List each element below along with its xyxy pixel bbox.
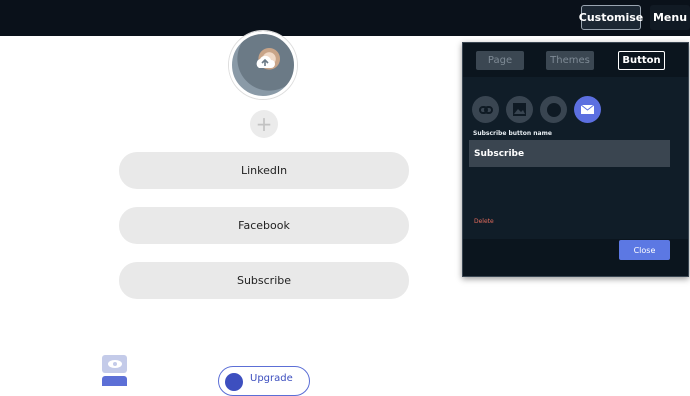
avatar[interactable]	[229, 31, 297, 99]
plus-icon: +	[255, 112, 273, 136]
delete-link[interactable]: Delete	[474, 218, 494, 225]
add-link-button[interactable]: +	[250, 110, 278, 138]
button-name-input[interactable]	[469, 140, 670, 167]
link-button-subscribe[interactable]: Subscribe	[119, 262, 409, 299]
tab-button[interactable]: Button	[618, 51, 665, 70]
email-icon	[580, 104, 595, 115]
link-button-label: LinkedIn	[240, 164, 288, 177]
menu-button[interactable]: Menu	[650, 5, 690, 30]
button-type-email[interactable]	[574, 96, 601, 123]
button-type-image[interactable]	[506, 96, 533, 123]
customise-button[interactable]: Customise	[579, 5, 643, 30]
link-button-label: Subscribe	[236, 274, 292, 287]
panel-tabs: Page Themes Button	[463, 43, 688, 77]
close-button[interactable]: Close	[619, 240, 670, 260]
tab-page[interactable]: Page	[476, 51, 524, 70]
top-bar: Customise Menu	[0, 0, 690, 36]
field-label: Subscribe button name	[473, 130, 552, 137]
link-button-label: Facebook	[238, 219, 290, 232]
settings-button[interactable]	[102, 376, 127, 386]
customise-panel: Page Themes Button Subscribe button name…	[462, 42, 689, 277]
cloud-upload-icon[interactable]	[254, 54, 276, 70]
lock-icon	[225, 373, 243, 391]
tab-themes[interactable]: Themes	[546, 51, 594, 70]
button-type-link[interactable]	[472, 96, 499, 123]
preview-button[interactable]	[102, 355, 127, 373]
link-icon	[478, 105, 493, 114]
upgrade-label: Upgrade	[250, 373, 293, 384]
link-button-facebook[interactable]: Facebook	[119, 207, 409, 244]
image-icon	[513, 103, 526, 116]
upgrade-button[interactable]: Upgrade	[218, 366, 310, 396]
chat-icon	[546, 102, 561, 117]
eye-icon	[107, 360, 122, 368]
link-button-linkedin[interactable]: LinkedIn	[119, 152, 409, 189]
button-type-chat[interactable]	[540, 96, 567, 123]
